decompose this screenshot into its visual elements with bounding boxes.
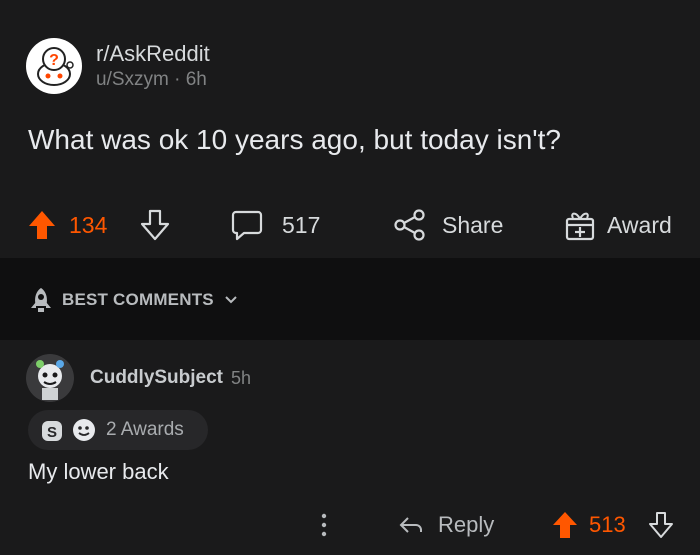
rocket-icon [31, 288, 51, 312]
post-action-bar: 134 517 Share Award [0, 203, 700, 247]
reply-icon [399, 517, 422, 533]
silver-award-icon: S [42, 421, 62, 441]
post-header[interactable]: ? r/AskReddit u/Sxzym · 6h [26, 38, 210, 94]
sort-label: BEST COMMENTS [62, 290, 214, 309]
subreddit-avatar-icon[interactable]: ? [26, 38, 82, 94]
comment-downvote-button[interactable] [648, 505, 674, 545]
reply-button[interactable]: Reply [398, 505, 494, 545]
reply-label: Reply [438, 512, 495, 537]
share-icon [394, 209, 425, 241]
upvote-button[interactable]: 134 [27, 203, 107, 247]
comment-action-bar: Reply 513 [0, 505, 700, 545]
more-options-button[interactable] [318, 510, 330, 545]
comment-header: CuddlySubject 5h [26, 354, 251, 402]
share-label: Share [442, 211, 504, 238]
award-icon [565, 212, 595, 241]
sort-comments-dropdown[interactable]: BEST COMMENTS [28, 286, 238, 314]
svg-text:?: ? [49, 52, 59, 69]
post-card: ? r/AskReddit u/Sxzym · 6h What was ok 1… [0, 0, 700, 258]
more-icon [321, 513, 327, 537]
comment-body: My lower back [28, 459, 169, 484]
awards-count: 2 Awards [106, 419, 184, 440]
post-author-time[interactable]: u/Sxzym · 6h [96, 68, 210, 92]
comment-upvote-button[interactable]: 513 [551, 505, 626, 545]
comment-author[interactable]: CuddlySubject [90, 367, 223, 389]
award-label: Award [607, 211, 672, 238]
post-title[interactable]: What was ok 10 years ago, but today isn'… [28, 124, 561, 156]
comment-count: 517 [282, 211, 321, 238]
downvote-icon [649, 512, 673, 538]
comment-icon [231, 210, 263, 241]
upvote-icon [29, 211, 55, 239]
subreddit-name[interactable]: r/AskReddit [96, 40, 210, 68]
wholesome-award-icon [73, 419, 95, 441]
comment-score: 513 [589, 512, 626, 537]
comment-card: CuddlySubject 5h S 2 Awards My lower bac… [0, 340, 700, 555]
comment-time: 5h [231, 367, 252, 388]
upvote-icon [553, 512, 577, 538]
chevron-down-icon [225, 296, 237, 304]
award-button[interactable]: Award [563, 203, 672, 247]
awards-pill[interactable]: S 2 Awards [28, 410, 208, 450]
post-score: 134 [69, 211, 108, 238]
downvote-icon [140, 209, 170, 241]
comments-button[interactable]: 517 [230, 203, 320, 247]
svg-text:S: S [47, 424, 57, 441]
downvote-button[interactable] [140, 203, 170, 247]
share-button[interactable]: Share [392, 203, 503, 247]
user-avatar-icon[interactable] [26, 354, 74, 402]
